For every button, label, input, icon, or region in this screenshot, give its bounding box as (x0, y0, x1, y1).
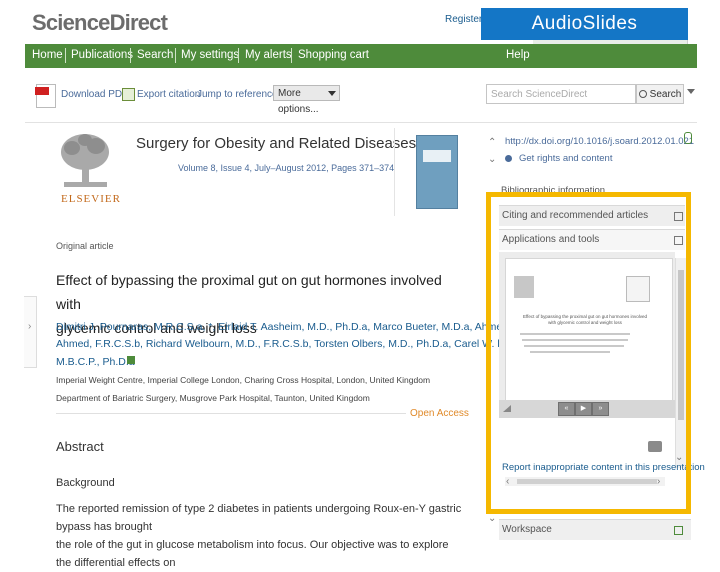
journal-volume-info[interactable]: Volume 8, Issue 4, July–August 2012, Pag… (178, 163, 394, 173)
elsevier-tree-logo (61, 134, 109, 187)
nav-divider (175, 48, 176, 63)
download-pdf-link[interactable]: Download PDF (61, 89, 128, 100)
search-button-label: Search (649, 89, 682, 100)
more-options-button[interactable]: More options... (273, 85, 340, 115)
chevron-right-icon: › (28, 321, 32, 332)
main-nav-bar: Home Publications Search My settings My … (25, 44, 697, 68)
abstract-heading: Abstract (56, 439, 104, 454)
author-list[interactable]: M.B.C.P., Ph.D.a (56, 356, 135, 368)
abstract-text-line: The reported remission of type 2 diabete… (56, 503, 462, 533)
doi-link[interactable]: http://dx.doi.org/10.1016/j.soard.2012.0… (505, 136, 694, 147)
more-options-label: More options... (278, 88, 319, 115)
audioslides-title-banner: AudioSlides (481, 8, 688, 40)
nav-help[interactable]: Help (506, 49, 530, 61)
open-access-lock-icon (684, 132, 692, 144)
highlight-frame (486, 192, 691, 514)
workspace-panel-header[interactable]: Workspace (499, 519, 691, 540)
elsevier-wordmark: ELSEVIER (61, 193, 121, 205)
nav-shopping-cart[interactable]: Shopping cart (298, 49, 369, 61)
open-access-badge: Open Access (410, 408, 469, 419)
article-title-line: Effect of bypassing the proximal gut on … (56, 272, 442, 312)
nav-divider (238, 48, 239, 63)
nav-search[interactable]: Search (137, 49, 173, 61)
nav-my-settings[interactable]: My settings (181, 49, 239, 61)
article-type-label: Original article (56, 241, 114, 251)
outline-toggle-tab[interactable]: › (24, 296, 37, 368)
panel-header-label: Workspace (502, 524, 552, 535)
nav-my-alerts[interactable]: My alerts (245, 49, 292, 61)
search-button[interactable]: Search (636, 84, 684, 104)
abstract-text: The reported remission of type 2 diabete… (56, 500, 466, 572)
open-access-divider (56, 413, 406, 414)
jump-to-references-link[interactable]: Jump to references (197, 89, 283, 100)
nav-home[interactable]: Home (32, 49, 63, 61)
abstract-text-line: the role of the gut in glucose metabolis… (56, 539, 449, 569)
export-citation-link[interactable]: Export citation (137, 89, 200, 100)
sciencedirect-logo[interactable]: ScienceDirect (32, 10, 168, 36)
caret-down-icon (328, 91, 336, 96)
chevron-down-icon[interactable]: ⌄ (488, 513, 496, 524)
journal-cover-image[interactable] (416, 135, 458, 209)
rights-icon (505, 155, 512, 162)
nav-divider (65, 48, 66, 63)
export-citation-icon[interactable] (122, 88, 135, 101)
toolbar-divider (25, 122, 697, 123)
chevron-up-icon[interactable]: ⌃ (488, 137, 496, 148)
expand-icon[interactable] (674, 526, 683, 535)
affiliation-a: Imperial Weight Centre, Imperial College… (56, 375, 431, 385)
pdf-icon[interactable] (35, 84, 56, 108)
nav-publications[interactable]: Publications (71, 49, 133, 61)
affiliation-b: Department of Bariatric Surgery, Musgrov… (56, 393, 370, 403)
journal-title[interactable]: Surgery for Obesity and Related Diseases (136, 135, 416, 152)
author-email-icon[interactable] (127, 356, 135, 364)
author-list[interactable]: Ahmed, F.R.C.S.b, Richard Welbourn, M.D.… (56, 338, 536, 350)
get-rights-link[interactable]: Get rights and content (519, 153, 612, 164)
author-list[interactable]: Dimitri J. Pournaras, M.R.C.S.a, *, Eirl… (56, 321, 521, 333)
journal-divider (394, 128, 395, 216)
nav-divider (291, 48, 292, 63)
search-options-caret-icon[interactable] (687, 89, 695, 94)
search-icon (638, 90, 647, 98)
search-input[interactable]: Search ScienceDirect (486, 84, 636, 104)
nav-divider (130, 48, 131, 63)
register-link[interactable]: Register (445, 14, 482, 25)
background-heading: Background (56, 477, 115, 489)
chevron-down-icon[interactable]: ⌄ (488, 154, 496, 165)
